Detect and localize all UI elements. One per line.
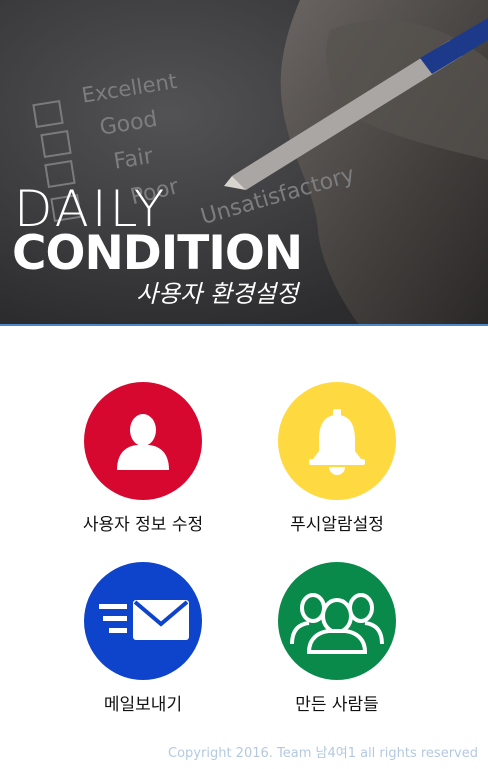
edit-user-info-label: 사용자 정보 수정 — [82, 515, 204, 535]
page-subtitle: 사용자 환경설정 — [136, 280, 299, 308]
send-mail-button[interactable]: 메일보내기 — [53, 562, 233, 715]
bell-icon — [278, 382, 396, 500]
brand-title-condition: CONDITION — [12, 226, 303, 281]
copyright-text: Copyright 2016. Team 남4여1 all rights res… — [168, 746, 478, 761]
hero-banner: Excellent Good Fair Poor Unsatisfactory … — [0, 0, 488, 326]
credits-button[interactable]: 만든 사람들 — [247, 562, 427, 715]
send-mail-label: 메일보내기 — [103, 695, 183, 715]
people-icon — [278, 562, 396, 680]
push-alarm-settings-label: 푸시알람설정 — [290, 515, 384, 535]
mail-icon — [84, 562, 202, 680]
hero-divider — [0, 324, 488, 326]
survey-checkbox — [32, 99, 64, 129]
survey-checkbox — [40, 129, 72, 159]
push-alarm-settings-button[interactable]: 푸시알람설정 — [247, 382, 427, 535]
credits-label: 만든 사람들 — [295, 695, 379, 715]
edit-user-info-button[interactable]: 사용자 정보 수정 — [53, 382, 233, 535]
user-icon — [84, 382, 202, 500]
